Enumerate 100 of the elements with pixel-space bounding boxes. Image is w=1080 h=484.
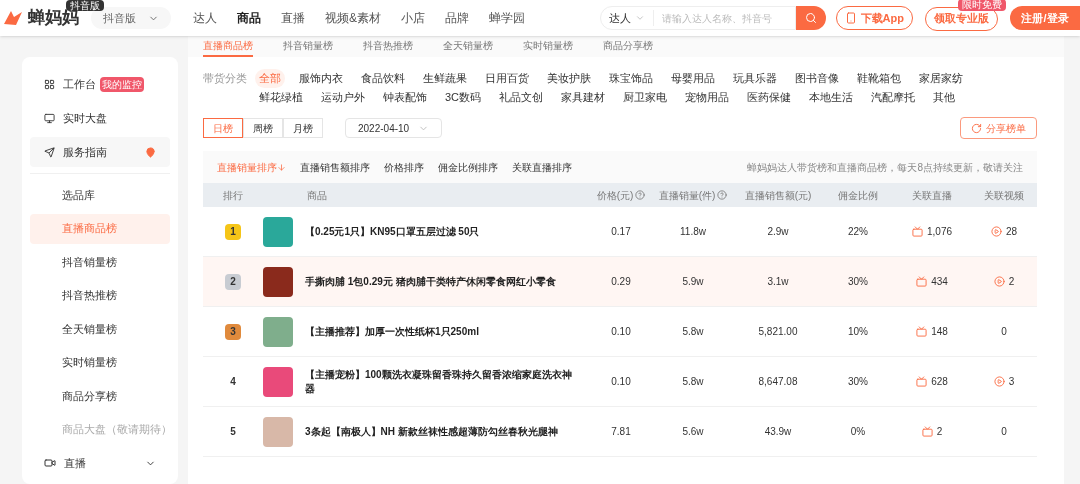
sidebar-item[interactable]: 选品库 bbox=[30, 180, 170, 210]
ranking-tab[interactable]: 实时销量榜 bbox=[523, 38, 573, 57]
category-option[interactable]: 宠物用品 bbox=[681, 88, 734, 107]
commission-cell-text: 22% bbox=[848, 225, 868, 239]
pin-icon bbox=[145, 146, 156, 158]
sidebar-item[interactable]: 商品分享榜 bbox=[30, 381, 170, 411]
help-icon bbox=[635, 190, 646, 200]
video-count[interactable]: 0 bbox=[1001, 324, 1007, 339]
chevron-icon bbox=[634, 13, 645, 23]
update-notice: 蝉妈妈达人带货榜和直播商品榜，每天8点持续更新，敬请关注 bbox=[747, 160, 1023, 175]
sort-option[interactable]: 关联直播排序 bbox=[512, 159, 572, 175]
sidebar-item[interactable]: 直播 bbox=[30, 448, 170, 478]
sidebar-item[interactable]: 实时大盘 bbox=[30, 103, 170, 133]
category-option[interactable]: 日用百货 bbox=[481, 69, 533, 88]
search-icon bbox=[804, 12, 817, 24]
category-option[interactable]: 图书音像 bbox=[791, 69, 843, 88]
price-cell-text: 0.10 bbox=[611, 325, 631, 339]
sales-cell-text: 11.8w bbox=[680, 225, 706, 239]
category-option[interactable]: 鲜花绿植 bbox=[255, 88, 307, 107]
category-option[interactable]: 美妆护肤 bbox=[543, 69, 595, 88]
category-option[interactable]: 运动户外 bbox=[317, 88, 369, 107]
nav-link[interactable]: 达人 bbox=[193, 9, 217, 27]
category-option[interactable]: 珠宝饰品 bbox=[605, 69, 657, 88]
ranking-tab[interactable]: 全天销量榜 bbox=[443, 38, 493, 57]
category-option[interactable]: 医药保健 bbox=[743, 88, 796, 107]
sidebar-item[interactable]: 抖音热推榜 bbox=[30, 280, 170, 311]
period-tab[interactable]: 周榜 bbox=[243, 118, 283, 138]
sidebar-item[interactable]: 全天销量榜 bbox=[30, 314, 170, 344]
video-icon bbox=[44, 457, 56, 469]
filter-label: 带货分类 bbox=[203, 71, 248, 86]
live-count[interactable]: 2 bbox=[936, 424, 943, 439]
ranking-tab[interactable]: 抖音销量榜 bbox=[283, 38, 333, 57]
date-picker[interactable]: 2022-04-10 bbox=[345, 118, 442, 138]
photo-placeholder bbox=[263, 216, 293, 247]
column-header: 直播销量(件) bbox=[658, 188, 716, 203]
video-count[interactable]: 2 bbox=[1008, 274, 1015, 289]
category-option[interactable]: 本地生活 bbox=[805, 88, 858, 107]
price-cell-text: 7.81 bbox=[611, 425, 631, 439]
sidebar-item[interactable]: 实时销量榜 bbox=[30, 347, 170, 378]
video-count[interactable]: 28 bbox=[1005, 224, 1018, 239]
category-option[interactable]: 厨卫家电 bbox=[619, 88, 672, 107]
category-option[interactable]: 家具建材 bbox=[557, 88, 610, 107]
category-option[interactable]: 食品饮料 bbox=[357, 69, 409, 88]
grid-icon bbox=[44, 78, 55, 90]
video-count[interactable]: 0 bbox=[1001, 424, 1007, 439]
help-icon bbox=[717, 190, 728, 200]
period-tab[interactable]: 月榜 bbox=[283, 118, 323, 138]
category-option[interactable]: 家居家纺 bbox=[915, 69, 967, 88]
live-count[interactable]: 434 bbox=[931, 274, 948, 289]
sort-option[interactable]: 直播销售额排序 bbox=[300, 159, 370, 175]
search-scope[interactable]: 达人 bbox=[600, 9, 654, 27]
search-button[interactable] bbox=[795, 6, 826, 30]
commission-cell-text: 30% bbox=[848, 375, 868, 389]
category-option[interactable]: 汽配摩托 bbox=[867, 88, 920, 107]
nav-link[interactable]: 商品 bbox=[237, 9, 261, 27]
revenue-cell-text: 5,821.00 bbox=[758, 325, 798, 339]
sidebar-item[interactable]: 服务指南 bbox=[30, 137, 170, 167]
product-title[interactable]: 【主播推荐】加厚一次性纸杯1只250ml bbox=[305, 324, 487, 339]
sidebar-item[interactable]: 抖音销量榜 bbox=[30, 247, 170, 277]
table-row[interactable]: 2 手撕肉脯 1包0.29元 猪肉脯干类特产休闲零食网红小零食 0.29 5.9w 3.1w 30% 434 2 bbox=[203, 257, 1037, 307]
category-option[interactable]: 钟表配饰 bbox=[379, 88, 431, 107]
column-header: 价格(元) bbox=[596, 188, 634, 203]
commission-cell-text: 10% bbox=[848, 325, 868, 339]
ranking-tab[interactable]: 抖音热推榜 bbox=[363, 38, 413, 57]
tv-icon bbox=[921, 426, 933, 437]
column-header: 商品 bbox=[307, 188, 327, 203]
free-badge: 限时免费 bbox=[958, 0, 1006, 12]
phone-icon bbox=[844, 12, 857, 24]
category-option[interactable]: 玩具乐器 bbox=[729, 69, 781, 88]
live-count[interactable]: 1,076 bbox=[927, 224, 952, 239]
column-header: 佣金比例 bbox=[838, 188, 878, 203]
nav-link[interactable]: 视频&素材 bbox=[325, 9, 381, 27]
product-title[interactable]: 【0.25元1只】KN95口罩五层过滤 50只 bbox=[305, 224, 488, 239]
sort-option[interactable]: 佣金比例排序 bbox=[438, 159, 498, 175]
table-row[interactable]: 5 3条起【南极人】NH 新款丝袜性感超薄防勾丝春秋光腿神 7.81 5.6w 43.9w 0% 2 0 bbox=[203, 407, 1037, 457]
category-option[interactable]: 服饰内衣 bbox=[295, 69, 347, 88]
tv-icon bbox=[916, 376, 928, 387]
product-title[interactable]: 手撕肉脯 1包0.29元 猪肉脯干类特产休闲零食网红小零食 bbox=[305, 274, 564, 289]
table-row[interactable]: 4 【主播宠粉】100颗洗衣凝珠留香珠持久留香浓缩家庭洗衣神器 0.10 5.8w 8,647.08 30% 628 3 bbox=[203, 357, 1037, 407]
photo-placeholder bbox=[263, 266, 293, 297]
category-option[interactable]: 3C数码 bbox=[441, 88, 486, 107]
table-row[interactable]: 3 【主播推荐】加厚一次性纸杯1只250ml 0.10 5.8w 5,821.00 10% 148 0 bbox=[203, 307, 1037, 357]
sidebar-item[interactable]: 工作台 我的监控 bbox=[30, 69, 170, 99]
category-option[interactable]: 生鲜蔬果 bbox=[419, 69, 471, 88]
nav-link[interactable]: 直播 bbox=[281, 9, 305, 27]
product-title[interactable]: 3条起【南极人】NH 新款丝袜性感超薄防勾丝春秋光腿神 bbox=[305, 424, 566, 439]
nav-link[interactable]: 小店 bbox=[401, 9, 425, 27]
live-count[interactable]: 628 bbox=[931, 374, 948, 389]
tv-icon bbox=[916, 326, 928, 337]
category-option[interactable]: 母婴用品 bbox=[667, 69, 719, 88]
category-option[interactable]: 礼品文创 bbox=[495, 88, 548, 107]
nav-link[interactable]: 品牌 bbox=[445, 9, 469, 27]
product-title[interactable]: 【主播宠粉】100颗洗衣凝珠留香珠持久留香浓缩家庭洗衣神器 bbox=[305, 367, 589, 396]
video-count[interactable]: 3 bbox=[1008, 374, 1015, 389]
category-option[interactable]: 其他 bbox=[929, 88, 960, 107]
nav-link[interactable]: 蝉学园 bbox=[489, 9, 525, 27]
category-option[interactable]: 鞋靴箱包 bbox=[853, 69, 905, 88]
ranking-tab[interactable]: 商品分享榜 bbox=[603, 38, 653, 57]
live-count[interactable]: 148 bbox=[931, 324, 948, 339]
sort-option[interactable]: 价格排序 bbox=[384, 159, 424, 175]
